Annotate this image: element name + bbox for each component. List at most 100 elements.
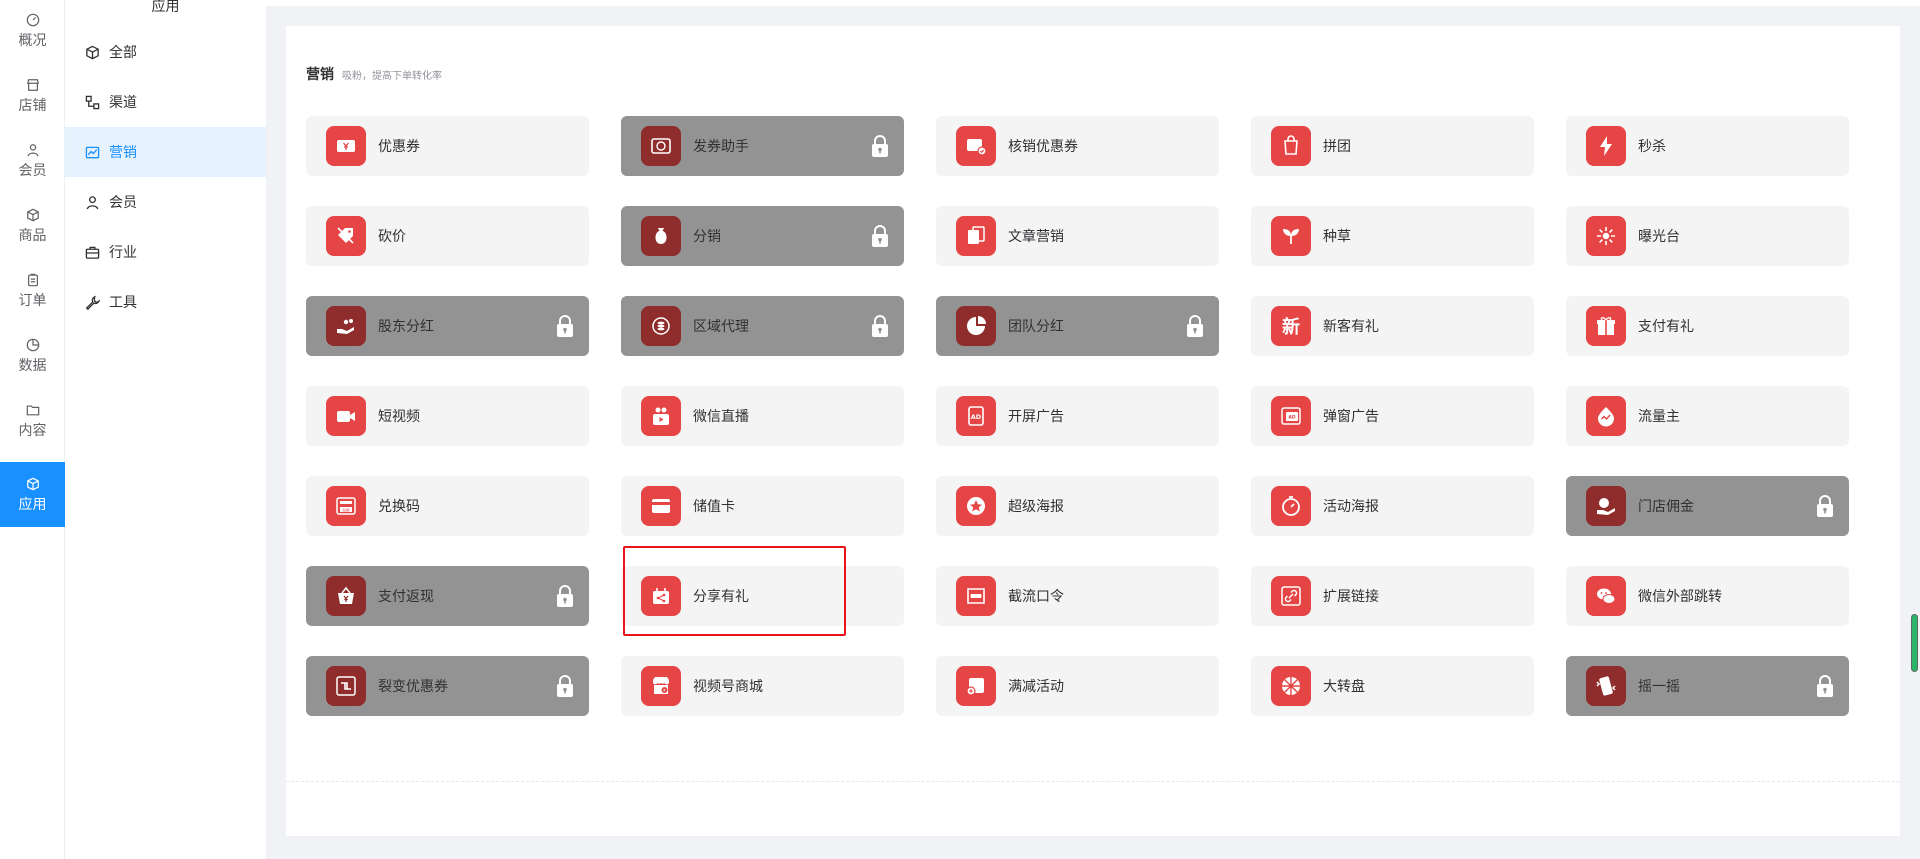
shake-icon [1586, 666, 1626, 706]
svg-text:AD: AD [1288, 415, 1295, 421]
app-card[interactable]: 摇一摇 [1566, 656, 1849, 716]
lock-icon [1815, 494, 1835, 518]
sidebar-item-marketing[interactable]: 营销 [65, 127, 266, 177]
app-card[interactable]: 曝光台 [1566, 206, 1849, 266]
app-card[interactable]: 支付返现 [306, 566, 589, 626]
sidebar-item-all[interactable]: 全部 [65, 27, 266, 77]
app-card[interactable]: 门店佣金 [1566, 476, 1849, 536]
app-card[interactable]: 文章营销 [936, 206, 1219, 266]
rail-item-content[interactable]: 内容 [0, 390, 65, 452]
app-card[interactable]: 裂变优惠券 [306, 656, 589, 716]
dashboard-icon [26, 13, 40, 27]
app-card[interactable]: 活动海报 [1251, 476, 1534, 536]
app-card-label: 短视频 [378, 409, 420, 425]
app-card[interactable]: 发券助手 [621, 116, 904, 176]
app-card[interactable]: 股东分红 [306, 296, 589, 356]
app-card[interactable]: 秒杀 [1566, 116, 1849, 176]
rail-item-label: 会员 [18, 163, 47, 179]
app-card[interactable]: 拼团 [1251, 116, 1534, 176]
sidebar-item-industry[interactable]: 行业 [65, 227, 266, 277]
app-card-label: 核销优惠券 [1008, 139, 1078, 155]
main-nav-rail: 概况 店铺 会员 商品 订单 数据 内容 应用 [0, 0, 65, 859]
app-card[interactable]: AD 弹窗广告 [1251, 386, 1534, 446]
app-card[interactable]: 微信外部跳转 [1566, 566, 1849, 626]
app-card[interactable]: 种草 [1251, 206, 1534, 266]
app-card-label: 分享有礼 [693, 589, 749, 605]
traffic-drop-icon [1586, 396, 1626, 436]
app-card[interactable]: AD 开屏广告 [936, 386, 1219, 446]
app-card[interactable]: 满减活动 [936, 656, 1219, 716]
cube-icon [26, 208, 40, 222]
card-icon [641, 486, 681, 526]
rail-item-label: 店铺 [18, 98, 47, 114]
rail-item-store[interactable]: 店铺 [0, 65, 65, 127]
rail-item-label: 订单 [18, 293, 47, 309]
rail-item-apps[interactable]: 应用 [0, 462, 65, 527]
lock-icon [1185, 314, 1205, 338]
app-card-label: 砍价 [378, 229, 406, 245]
app-card[interactable]: 扩展链接 [1251, 566, 1534, 626]
svg-text:AD: AD [971, 413, 982, 421]
scrollbar-thumb[interactable] [1911, 614, 1918, 672]
app-card[interactable]: 区域代理 [621, 296, 904, 356]
app-card[interactable]: 分享有礼 [621, 566, 904, 626]
app-card[interactable]: 流量主 [1566, 386, 1849, 446]
wrench-icon [85, 294, 101, 310]
sidebar-item-tools[interactable]: 工具 [65, 277, 266, 327]
app-card[interactable]: 支付有礼 [1566, 296, 1849, 356]
app-card-label: 超级海报 [1008, 499, 1064, 515]
app-card-label: 区域代理 [693, 319, 749, 335]
app-card-label: 微信外部跳转 [1638, 589, 1722, 605]
coupon-helper-icon [641, 126, 681, 166]
app-card[interactable]: 核销优惠券 [936, 116, 1219, 176]
lightning-icon [1586, 126, 1626, 166]
rail-item-order[interactable]: 订单 [0, 260, 65, 322]
app-card[interactable]: 分销 [621, 206, 904, 266]
sidebar-item-channel[interactable]: 渠道 [65, 77, 266, 127]
lock-icon [555, 314, 575, 338]
app-card[interactable]: 优惠券 [306, 116, 589, 176]
app-card[interactable]: 兑换 兑换码 [306, 476, 589, 536]
app-card[interactable]: 截流口令 [936, 566, 1219, 626]
pie-chart-icon [956, 306, 996, 346]
article-icon [956, 216, 996, 256]
lock-icon [870, 134, 890, 158]
top-bar [266, 0, 1920, 6]
app-card[interactable]: 大转盘 [1251, 656, 1534, 716]
rail-item-overview[interactable]: 概况 [0, 0, 65, 62]
user-icon [85, 194, 101, 210]
user-icon [26, 143, 40, 157]
rail-item-member[interactable]: 会员 [0, 130, 65, 192]
coin-stack-icon [641, 306, 681, 346]
app-card-label: 裂变优惠券 [378, 679, 448, 695]
sidebar-item-label: 行业 [109, 245, 137, 261]
splash-ad-icon: AD [956, 396, 996, 436]
app-card-label: 拼团 [1323, 139, 1351, 155]
channel-icon [85, 94, 101, 110]
rail-item-data[interactable]: 数据 [0, 325, 65, 387]
app-card-label: 储值卡 [693, 499, 735, 515]
app-card[interactable]: 砍价 [306, 206, 589, 266]
app-card-label: 优惠券 [378, 139, 420, 155]
app-card-label: 满减活动 [1008, 679, 1064, 695]
app-card[interactable]: 储值卡 [621, 476, 904, 536]
sidebar-item-member[interactable]: 会员 [65, 177, 266, 227]
rail-item-goods[interactable]: 商品 [0, 195, 65, 257]
app-card[interactable]: 团队分红 [936, 296, 1219, 356]
folder-icon [26, 403, 40, 417]
app-card[interactable]: 新 新客有礼 [1251, 296, 1534, 356]
wechat-icon [1586, 576, 1626, 616]
app-card-label: 团队分红 [1008, 319, 1064, 335]
app-card[interactable]: 微信直播 [621, 386, 904, 446]
stopwatch-icon [1271, 486, 1311, 526]
app-card-label: 秒杀 [1638, 139, 1666, 155]
app-card[interactable]: 视频号商城 [621, 656, 904, 716]
app-card-label: 新客有礼 [1323, 319, 1379, 335]
app-card-label: 视频号商城 [693, 679, 763, 695]
app-card[interactable]: 超级海报 [936, 476, 1219, 536]
app-card-label: 门店佣金 [1638, 499, 1694, 515]
password-icon [956, 576, 996, 616]
cashback-icon [326, 576, 366, 616]
rail-item-label: 数据 [18, 358, 47, 374]
app-card[interactable]: 短视频 [306, 386, 589, 446]
